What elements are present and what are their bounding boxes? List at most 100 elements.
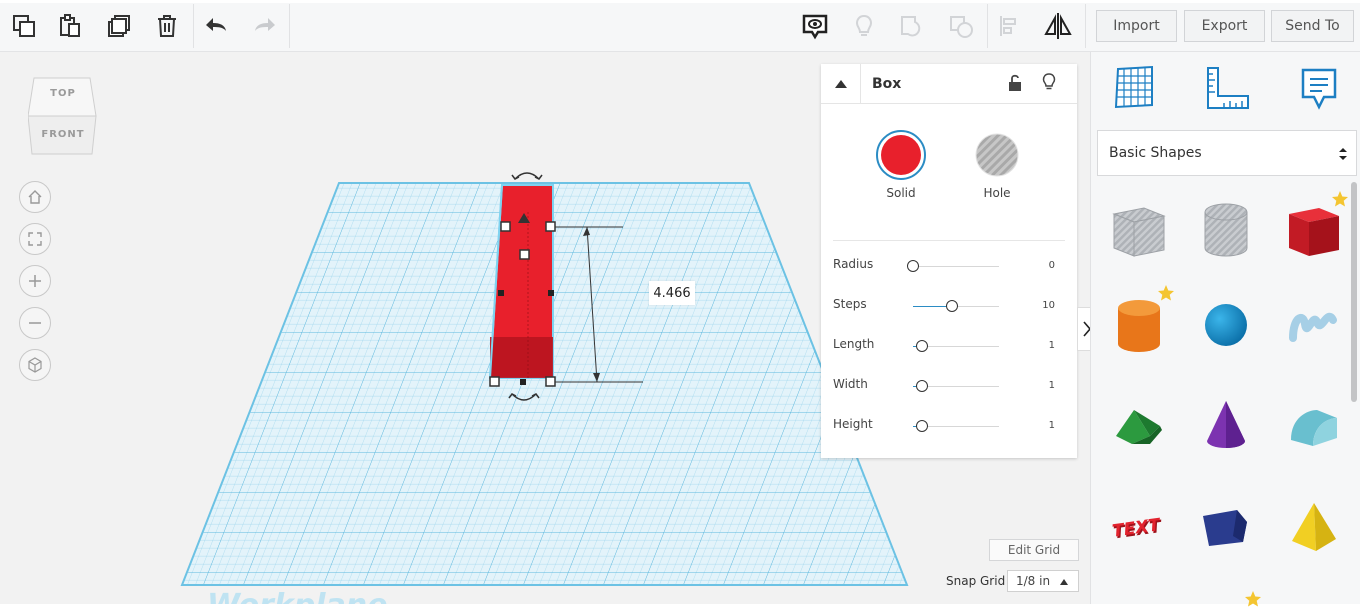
redo-button[interactable] <box>244 6 284 46</box>
mirror-icon <box>1044 13 1072 39</box>
zoom-in-button[interactable] <box>19 265 51 297</box>
minus-icon <box>29 322 41 324</box>
workplane-tool-button[interactable] <box>1112 65 1156 113</box>
inspector-divider <box>833 240 1065 241</box>
shape-polygon[interactable] <box>1194 492 1258 562</box>
align-icon <box>1000 16 1016 36</box>
shape-inspector: Box Solid Hole Radius 0 Steps 10 Length 1 Widt… <box>821 64 1077 458</box>
view-cube-top-label: TOP <box>50 88 76 99</box>
shapes-ungroup-icon <box>950 16 973 38</box>
export-button[interactable]: Export <box>1184 10 1265 42</box>
property-slider-track[interactable] <box>913 266 999 267</box>
group-button[interactable] <box>892 6 932 46</box>
shape-text[interactable]: TEXT TEXT <box>1107 492 1171 562</box>
height-dimension-label[interactable]: 4.466 <box>649 281 695 305</box>
select-arrows-icon <box>1339 148 1347 160</box>
workplane-label: Workplane <box>207 588 388 604</box>
toolbar-divider <box>289 4 290 48</box>
zoom-out-button[interactable] <box>19 307 51 339</box>
property-slider-knob[interactable] <box>907 260 919 272</box>
grid-icon <box>1114 65 1153 109</box>
duplicate-button[interactable] <box>99 6 139 46</box>
sphere-icon <box>1205 304 1247 346</box>
pyramid-icon <box>1292 503 1336 551</box>
ruler-tool-button[interactable] <box>1204 66 1250 114</box>
sidebar-scrollbar[interactable] <box>1351 182 1357 402</box>
cone-icon <box>1207 401 1245 448</box>
property-slider-knob[interactable] <box>915 380 928 392</box>
toolbar-accent <box>0 0 1360 3</box>
property-value[interactable]: 1 <box>1049 380 1055 391</box>
shape-cone[interactable] <box>1194 390 1258 460</box>
top-toolbar: Import Export Send To <box>0 0 1360 52</box>
property-value[interactable]: 1 <box>1049 420 1055 431</box>
undo-button[interactable] <box>197 6 237 46</box>
home-icon <box>28 190 42 204</box>
hole-label: Hole <box>983 186 1011 200</box>
redo-icon <box>255 18 275 31</box>
collapse-inspector-button[interactable] <box>821 64 861 104</box>
inspector-title: Box <box>872 76 902 92</box>
snap-grid-value: 1/8 in <box>1016 574 1051 588</box>
duplicate-icon <box>108 15 130 37</box>
property-label: Steps <box>833 297 867 311</box>
property-value[interactable]: 10 <box>1042 300 1055 311</box>
edit-grid-button[interactable]: Edit Grid <box>989 539 1079 561</box>
shape-library-select[interactable]: Basic Shapes <box>1097 130 1357 176</box>
light-bulb-button[interactable] <box>844 6 884 46</box>
property-slider-knob[interactable] <box>915 340 928 352</box>
snap-grid-select[interactable]: 1/8 in <box>1007 570 1079 592</box>
import-button[interactable]: Import <box>1096 10 1177 42</box>
paste-button[interactable] <box>50 6 90 46</box>
property-label: Height <box>833 417 873 431</box>
undo-icon <box>206 18 226 31</box>
light-bulb-icon <box>855 14 873 36</box>
box-hole-icon <box>1112 207 1166 257</box>
solid-color-swatch[interactable] <box>875 129 927 181</box>
shape-round-roof[interactable] <box>1282 390 1346 460</box>
shape-cylinder-hole[interactable] <box>1194 194 1258 264</box>
favorite-star-icon <box>1332 191 1348 207</box>
shape-pyramid[interactable] <box>1282 492 1346 562</box>
shape-roof[interactable] <box>1107 390 1171 460</box>
perspective-button[interactable] <box>19 349 51 381</box>
shape-box-hole[interactable] <box>1107 194 1171 264</box>
shape-sphere[interactable] <box>1194 290 1258 360</box>
align-button[interactable] <box>990 6 1030 46</box>
plus-icon <box>29 275 41 287</box>
ruler-icon <box>1207 67 1249 109</box>
notes-icon <box>1301 68 1337 110</box>
home-view-button[interactable] <box>19 181 51 213</box>
cylinder-icon <box>1118 300 1160 352</box>
mirror-button[interactable] <box>1038 6 1078 46</box>
snap-grid-label: Snap Grid <box>946 574 1006 588</box>
ungroup-button[interactable] <box>941 6 981 46</box>
fit-view-icon <box>28 232 42 246</box>
notes-tool-button[interactable] <box>1300 67 1338 115</box>
hole-swatch[interactable] <box>974 132 1020 178</box>
property-slider-knob[interactable] <box>945 300 958 312</box>
polygon-icon <box>1203 510 1247 546</box>
text-3d-icon: TEXTTEXT <box>1111 515 1164 544</box>
solid-label: Solid <box>886 186 916 200</box>
property-value[interactable]: 0 <box>1049 260 1055 271</box>
view-cube-front-label: FRONT <box>41 129 85 140</box>
scribble-icon <box>1289 312 1337 342</box>
lock-button[interactable] <box>1007 74 1023 96</box>
property-label: Width <box>833 377 868 391</box>
trash-icon <box>158 15 176 37</box>
notes-button[interactable] <box>795 6 835 46</box>
delete-button[interactable] <box>147 6 187 46</box>
inspector-header: Box <box>821 64 1077 104</box>
view-cube[interactable]: TOP FRONT <box>28 76 98 156</box>
cylinder-hole-icon <box>1204 203 1248 257</box>
property-value[interactable]: 1 <box>1049 340 1055 351</box>
shape-scribble[interactable] <box>1282 290 1346 360</box>
send-to-button[interactable]: Send To <box>1271 10 1354 42</box>
fit-view-button[interactable] <box>19 223 51 255</box>
caret-up-icon <box>1060 579 1068 585</box>
property-slider-knob[interactable] <box>915 420 928 432</box>
toolbar-divider <box>987 4 988 48</box>
copy-button[interactable] <box>4 6 44 46</box>
hide-button[interactable] <box>1041 72 1057 96</box>
